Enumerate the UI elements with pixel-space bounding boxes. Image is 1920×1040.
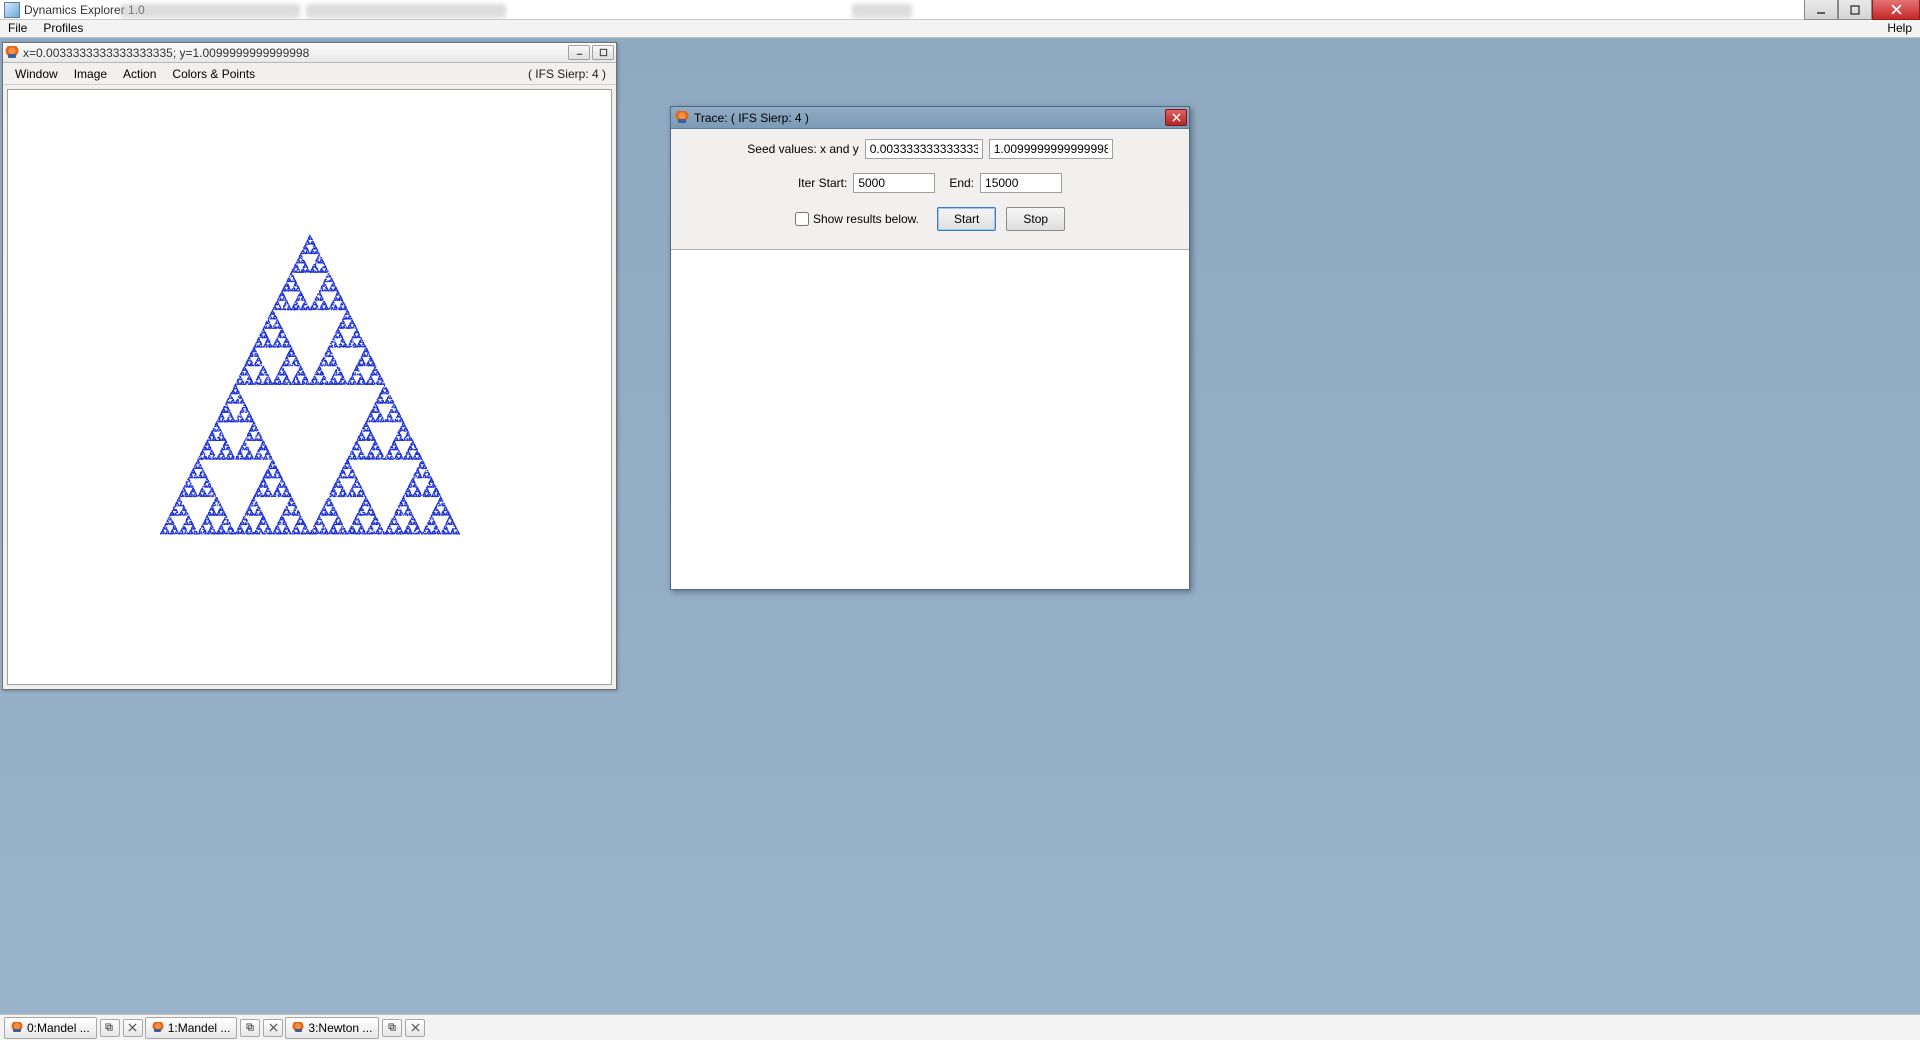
show-results-checkbox[interactable] <box>795 212 809 226</box>
java-icon <box>292 1022 304 1034</box>
menu-file[interactable]: File <box>0 20 35 37</box>
trace-dialog-title: Trace: ( IFS Sierp: 4 ) <box>694 111 809 125</box>
seed-x-input[interactable] <box>865 139 983 159</box>
app-titlebar: Dynamics Explorer 1.0 <box>0 0 1920 20</box>
stop-button[interactable]: Stop <box>1006 207 1065 231</box>
trace-results-area <box>671 249 1189 589</box>
java-icon <box>152 1022 164 1034</box>
fractal-menu-image[interactable]: Image <box>66 65 115 83</box>
show-results-label: Show results below. <box>813 212 919 226</box>
taskbar-restore-1[interactable]: 1:Mandel ... <box>145 1017 238 1039</box>
fractal-window-title: x=0.0033333333333333335; y=1.00999999999… <box>23 46 309 60</box>
minimize-button[interactable] <box>1804 0 1838 20</box>
taskbar-item-maximize[interactable] <box>382 1019 402 1037</box>
window-controls <box>1804 0 1920 20</box>
menu-profiles[interactable]: Profiles <box>35 20 91 37</box>
taskbar: 0:Mandel ... 1:Mandel ... 3:Newton ... <box>0 1014 1920 1040</box>
trace-dialog: Trace: ( IFS Sierp: 4 ) Seed values: x a… <box>670 106 1190 590</box>
taskbar-item-close[interactable] <box>263 1019 283 1037</box>
menu-help[interactable]: Help <box>1879 20 1920 37</box>
taskbar-item-label: 1:Mandel ... <box>168 1021 231 1035</box>
trace-dialog-close[interactable] <box>1165 109 1187 126</box>
app-icon <box>4 2 20 18</box>
mdi-desktop: x=0.0033333333333333335; y=1.00999999999… <box>0 38 1920 1014</box>
iter-start-input[interactable] <box>853 173 935 193</box>
trace-dialog-titlebar[interactable]: Trace: ( IFS Sierp: 4 ) <box>671 107 1189 129</box>
taskbar-item-label: 3:Newton ... <box>308 1021 372 1035</box>
seed-y-input[interactable] <box>989 139 1113 159</box>
taskbar-item-label: 0:Mandel ... <box>27 1021 90 1035</box>
taskbar-restore-0[interactable]: 0:Mandel ... <box>4 1017 97 1039</box>
java-icon <box>5 46 19 60</box>
fractal-canvas[interactable] <box>7 89 612 685</box>
maximize-button[interactable] <box>1838 0 1872 20</box>
iter-end-label: End: <box>949 176 974 190</box>
fractal-window-minimize[interactable] <box>568 45 590 60</box>
iter-start-label: Iter Start: <box>798 176 847 190</box>
taskbar-item-close[interactable] <box>405 1019 425 1037</box>
fractal-menubar: Window Image Action Colors & Points ( IF… <box>3 63 616 85</box>
java-icon <box>675 111 689 125</box>
taskbar-item: 0:Mandel ... <box>4 1017 143 1039</box>
fractal-window: x=0.0033333333333333335; y=1.00999999999… <box>2 42 617 690</box>
fractal-menu-colors-points[interactable]: Colors & Points <box>164 65 263 83</box>
fractal-menu-action[interactable]: Action <box>115 65 164 83</box>
taskbar-item-maximize[interactable] <box>100 1019 120 1037</box>
taskbar-item: 1:Mandel ... <box>145 1017 284 1039</box>
close-button[interactable] <box>1872 0 1920 20</box>
taskbar-item: 3:Newton ... <box>285 1017 425 1039</box>
taskbar-item-maximize[interactable] <box>240 1019 260 1037</box>
background-tabs-blur <box>120 4 912 18</box>
taskbar-item-close[interactable] <box>123 1019 143 1037</box>
fractal-window-titlebar[interactable]: x=0.0033333333333333335; y=1.00999999999… <box>3 43 616 63</box>
app-menubar: File Profiles Help <box>0 20 1920 38</box>
taskbar-restore-2[interactable]: 3:Newton ... <box>285 1017 379 1039</box>
java-icon <box>11 1022 23 1034</box>
start-button[interactable]: Start <box>937 207 996 231</box>
fractal-window-maximize[interactable] <box>592 45 614 60</box>
sierpinski-fractal <box>8 90 611 684</box>
fractal-window-label: ( IFS Sierp: 4 ) <box>528 67 612 81</box>
fractal-menu-window[interactable]: Window <box>7 65 66 83</box>
iter-end-input[interactable] <box>980 173 1062 193</box>
seed-values-label: Seed values: x and y <box>747 142 858 156</box>
